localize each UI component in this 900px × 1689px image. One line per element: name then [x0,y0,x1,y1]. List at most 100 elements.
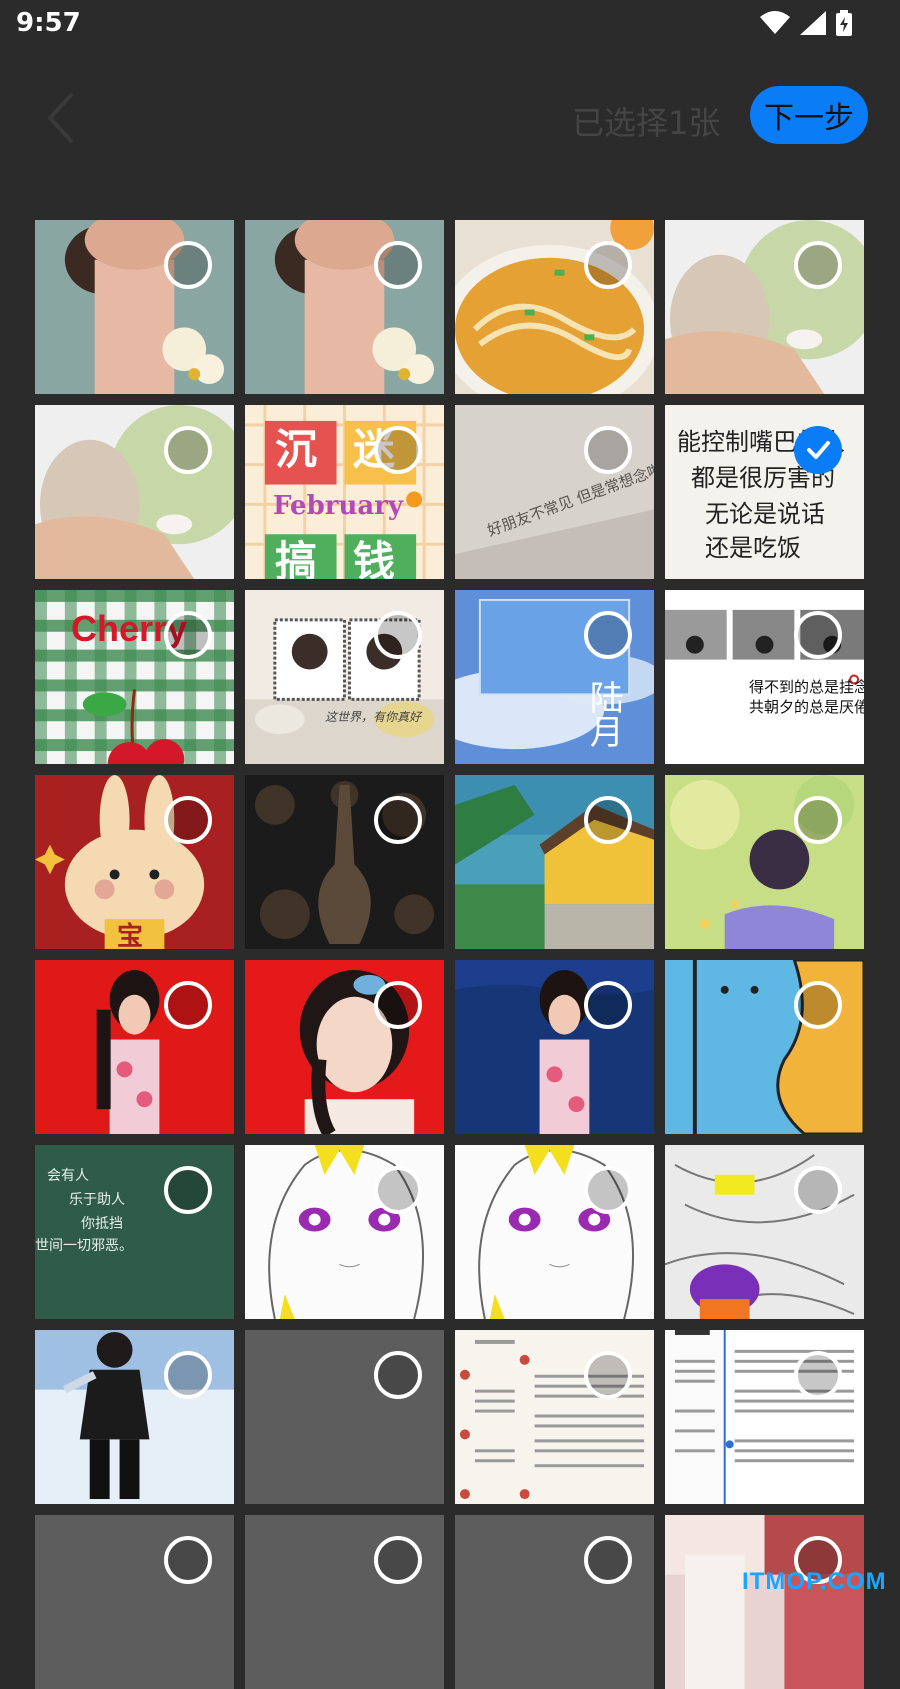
photo-thumbnail [455,960,654,1134]
select-circle-icon[interactable] [794,241,842,289]
select-circle-icon[interactable] [794,1166,842,1214]
next-step-button[interactable]: 下一步 [750,86,868,144]
photo-thumbnail [35,220,234,394]
thumbnail-text: 无论是说话 [705,500,825,528]
photo-tile[interactable]: 宝 [35,775,234,949]
thumbnail-text: February [273,491,404,521]
photo-tile[interactable] [245,1515,444,1689]
photo-tile[interactable]: 沉迷 February 搞钱 [245,405,444,579]
photo-tile[interactable]: 陆月 [455,590,654,764]
photo-thumbnail [455,775,654,949]
photo-thumbnail [665,775,864,949]
photo-thumbnail [455,1515,654,1689]
photo-thumbnail [665,220,864,394]
signal-icon [800,11,826,39]
select-circle-icon[interactable] [584,796,632,844]
photo-tile[interactable]: 好朋友不常见 但是常想念啦 [455,405,654,579]
status-icons [760,10,852,40]
select-circle-icon[interactable] [794,796,842,844]
photo-thumbnail [665,1515,864,1689]
photo-tile[interactable] [665,775,864,949]
photo-thumbnail [35,405,234,579]
photo-tile[interactable] [35,960,234,1134]
photo-grid: 沉迷 February 搞钱好朋友不常见 但是常想念啦 能控制嘴巴的人 都是很厉害的 无论… [35,220,865,1689]
select-circle-icon[interactable] [164,426,212,474]
photo-tile[interactable]: 得不到的总是挂念 共朝夕的总是厌倦 [665,590,864,764]
photo-tile[interactable] [245,220,444,394]
photo-tile[interactable]: Cherry [35,590,234,764]
select-circle-icon[interactable] [584,1166,632,1214]
select-circle-icon[interactable] [794,981,842,1029]
thumbnail-text: 会有人 [47,1168,89,1184]
select-circle-icon[interactable] [794,611,842,659]
select-circle-icon[interactable] [374,796,422,844]
photo-thumbnail [455,1145,654,1319]
select-circle-icon[interactable] [164,981,212,1029]
photo-tile[interactable] [35,220,234,394]
photo-thumbnail [665,1145,864,1319]
photo-thumbnail [245,960,444,1134]
photo-tile[interactable]: 能控制嘴巴的人 都是很厉害的 无论是说话 还是吃饭 [665,405,864,579]
select-circle-icon[interactable] [374,426,422,474]
watermark: ITMOP.COM [742,1568,887,1595]
photo-tile[interactable]: 会有人 乐于助人 你抵挡 世间一切邪恶。 [35,1145,234,1319]
photo-tile[interactable] [665,960,864,1134]
select-circle-icon[interactable] [794,1351,842,1399]
photo-tile[interactable] [245,1330,444,1504]
photo-thumbnail [455,220,654,394]
select-circle-icon[interactable] [164,1166,212,1214]
photo-tile[interactable] [665,220,864,394]
select-circle-icon[interactable] [584,426,632,474]
photo-thumbnail [665,1330,864,1504]
select-circle-icon[interactable] [584,611,632,659]
select-circle-icon[interactable] [164,1351,212,1399]
photo-tile[interactable] [35,1330,234,1504]
back-arrow-icon [47,92,74,144]
thumbnail-text: 共朝夕的总是厌倦 [749,698,864,716]
photo-tile[interactable] [245,1145,444,1319]
selected-check-icon[interactable] [794,426,842,474]
photo-thumbnail [455,1330,654,1504]
photo-tile[interactable] [35,1515,234,1689]
select-circle-icon[interactable] [584,1351,632,1399]
photo-tile[interactable] [455,775,654,949]
select-circle-icon[interactable] [164,1536,212,1584]
select-circle-icon[interactable] [584,1536,632,1584]
photo-tile[interactable] [455,960,654,1134]
status-time: 9:57 [16,8,81,38]
select-circle-icon[interactable] [164,796,212,844]
select-circle-icon[interactable] [584,241,632,289]
photo-tile[interactable]: 这世界，有你真好 [245,590,444,764]
photo-thumbnail [665,590,864,764]
photo-tile[interactable] [455,1515,654,1689]
photo-tile[interactable] [245,960,444,1134]
thumbnail-text: 这世界，有你真好 [325,710,422,724]
photo-thumbnail [35,960,234,1134]
photo-tile[interactable] [455,1145,654,1319]
back-button[interactable] [36,88,86,148]
top-bar: 已选择1张 下一步 [0,80,900,160]
photo-tile[interactable] [665,1145,864,1319]
thumbnail-text: 还是吃饭 [705,534,801,562]
thumbnail-text: 沉 [275,425,318,474]
select-circle-icon[interactable] [164,611,212,659]
photo-tile[interactable] [245,775,444,949]
photo-thumbnail [245,1330,444,1504]
select-circle-icon[interactable] [374,1166,422,1214]
select-circle-icon[interactable] [164,241,212,289]
photo-tile[interactable] [665,1330,864,1504]
photo-tile[interactable] [665,1515,864,1689]
select-circle-icon[interactable] [374,1536,422,1584]
select-circle-icon[interactable] [374,241,422,289]
select-circle-icon[interactable] [374,981,422,1029]
select-circle-icon[interactable] [374,611,422,659]
select-circle-icon[interactable] [374,1351,422,1399]
photo-tile[interactable] [455,1330,654,1504]
select-circle-icon[interactable] [584,981,632,1029]
photo-tile[interactable] [35,405,234,579]
thumbnail-text: 搞 [275,537,318,579]
selection-count-title: 已选择1张 [572,104,721,142]
thumbnail-text: 世间一切邪恶。 [35,1238,133,1254]
photo-tile[interactable] [455,220,654,394]
photo-thumbnail [245,1145,444,1319]
